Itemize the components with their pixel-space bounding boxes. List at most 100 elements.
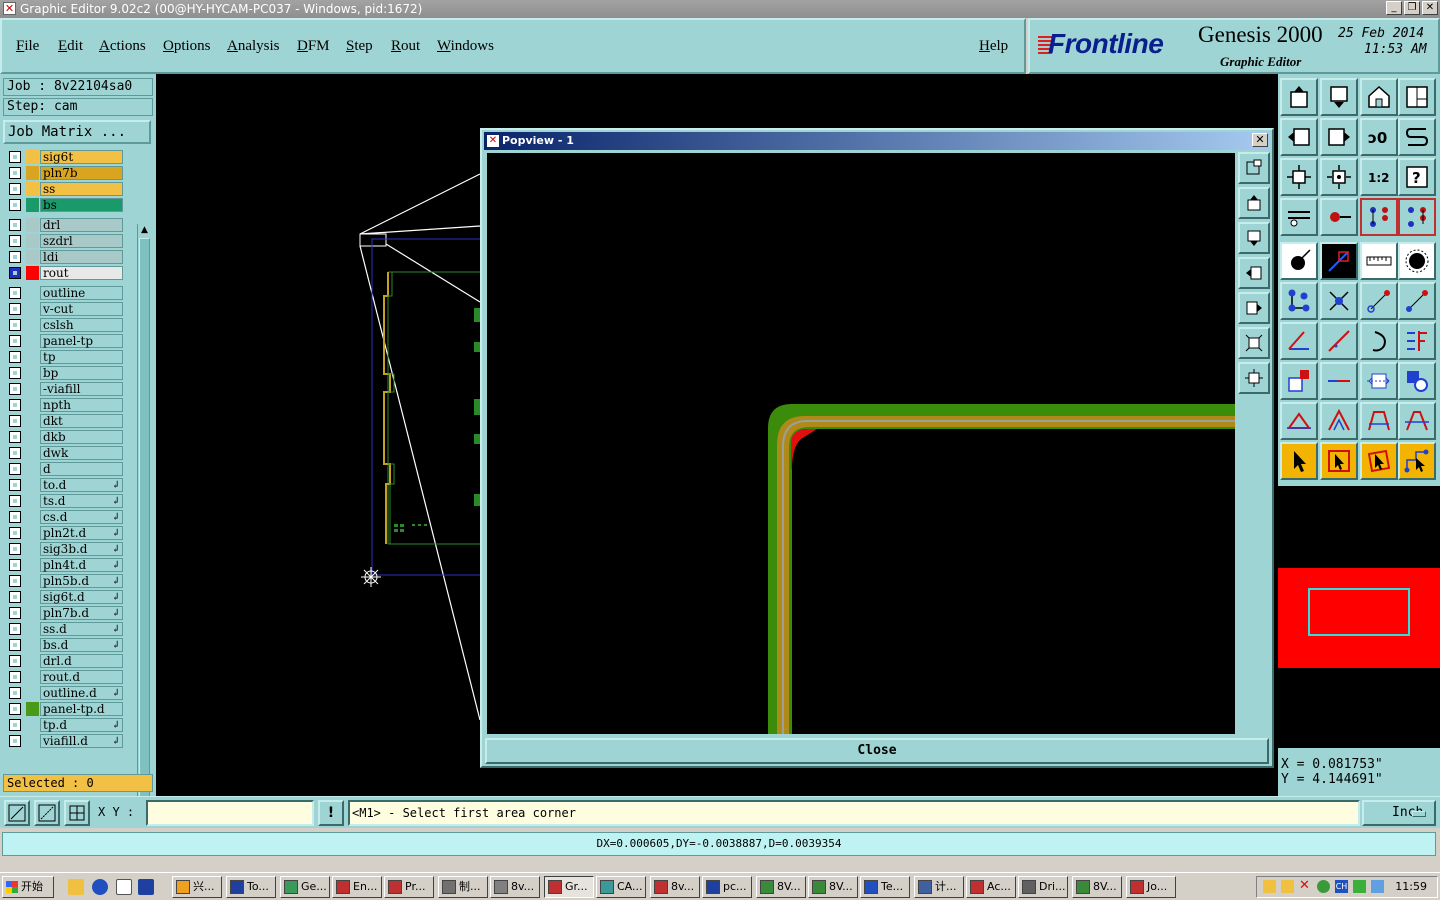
layer-name[interactable]: drl — [40, 218, 123, 232]
layer-checkbox[interactable] — [9, 735, 21, 747]
layer-row[interactable]: panel-tp.d — [4, 702, 126, 716]
layer-row[interactable]: bs.d — [4, 638, 126, 652]
scroll-up-icon[interactable]: ▲ — [138, 224, 151, 236]
pan-right-icon[interactable] — [1320, 118, 1358, 156]
popview-pan-up-icon[interactable] — [1238, 187, 1270, 219]
menu-file[interactable]: File — [16, 38, 39, 55]
layer-name[interactable]: outline.d — [40, 686, 123, 700]
menu-windows[interactable]: Windows — [437, 38, 494, 55]
popview-canvas[interactable] — [487, 153, 1235, 734]
layer-row[interactable]: pln2t.d — [4, 526, 126, 540]
overview-map[interactable] — [1278, 486, 1440, 748]
add-round-pad-icon[interactable] — [1398, 242, 1436, 280]
settings-icon[interactable] — [1280, 198, 1318, 236]
layer-checkbox[interactable] — [9, 655, 21, 667]
layer-name[interactable]: pln4t.d — [40, 558, 123, 572]
layer-checkbox[interactable] — [9, 235, 21, 247]
layer-name[interactable]: ss — [40, 182, 123, 196]
layer-color-swatch[interactable] — [26, 510, 39, 524]
layer-color-swatch[interactable] — [26, 318, 39, 332]
taskbar-item[interactable]: 8v... — [650, 876, 700, 898]
help-question-icon[interactable]: ? — [1398, 158, 1436, 196]
layer-name[interactable]: ldi — [40, 250, 123, 264]
layer-scrollbar[interactable]: ▲ ▼ — [137, 224, 151, 842]
layer-checkbox[interactable] — [9, 447, 21, 459]
popview-zoom-out-icon[interactable] — [1238, 362, 1270, 394]
taskbar-item[interactable]: pc... — [702, 876, 752, 898]
layer-checkbox[interactable] — [9, 463, 21, 475]
layer-checkbox[interactable] — [9, 479, 21, 491]
taskbar-item[interactable]: 8v... — [490, 876, 540, 898]
layer-checkbox[interactable] — [9, 671, 21, 683]
layer-color-swatch[interactable] — [26, 302, 39, 316]
layer-color-swatch[interactable] — [26, 686, 39, 700]
layer-row[interactable]: to.d — [4, 478, 126, 492]
align-icon[interactable] — [1398, 322, 1436, 360]
arch-icon[interactable] — [1360, 402, 1398, 440]
layer-name[interactable]: dwk — [40, 446, 123, 460]
layer-color-swatch[interactable] — [26, 446, 39, 460]
taskbar-item[interactable]: 8V... — [808, 876, 858, 898]
move-copy-icon[interactable] — [1280, 362, 1318, 400]
quicklaunch-save-icon[interactable] — [138, 879, 154, 895]
layer-name[interactable]: sig6t — [40, 150, 123, 164]
popview-close-icon[interactable]: ✕ — [1252, 133, 1268, 147]
layer-name[interactable]: sig6t.d — [40, 590, 123, 604]
pan-down-icon[interactable] — [1320, 78, 1358, 116]
grid-icon[interactable] — [64, 800, 90, 826]
layer-name[interactable]: viafill.d — [40, 734, 123, 748]
layer-name[interactable]: d — [40, 462, 123, 476]
popview-zoom-in-icon[interactable] — [1238, 327, 1270, 359]
layer-color-swatch[interactable] — [26, 638, 39, 652]
popview-pan-down-icon[interactable] — [1238, 222, 1270, 254]
layer-checkbox[interactable] — [9, 559, 21, 571]
layer-name[interactable]: cs.d — [40, 510, 123, 524]
layer-checkbox[interactable] — [9, 219, 21, 231]
layer-name[interactable]: pln7b.d — [40, 606, 123, 620]
layer-color-swatch[interactable] — [26, 382, 39, 396]
measure-icon[interactable] — [34, 800, 60, 826]
layer-row[interactable]: cs.d — [4, 510, 126, 524]
layer-name[interactable]: bs.d — [40, 638, 123, 652]
zoom-fit-icon[interactable] — [1280, 158, 1318, 196]
tray-lang-icon[interactable]: CH — [1335, 880, 1348, 893]
taskbar-item[interactable]: Gr... — [544, 876, 594, 898]
layer-color-swatch[interactable] — [26, 574, 39, 588]
layer-row[interactable]: outline.d — [4, 686, 126, 700]
layer-color-swatch[interactable] — [26, 558, 39, 572]
taskbar-item[interactable]: 8V... — [756, 876, 806, 898]
menu-options[interactable]: Options — [163, 38, 211, 55]
zoom-home-icon[interactable] — [1280, 78, 1318, 116]
layer-color-swatch[interactable] — [26, 334, 39, 348]
taskbar-item[interactable]: 计... — [914, 876, 964, 898]
layer-row[interactable]: drl.d — [4, 654, 126, 668]
tray-security-icon[interactable] — [1353, 880, 1366, 893]
layer-name[interactable]: ss.d — [40, 622, 123, 636]
layer-checkbox[interactable] — [9, 199, 21, 211]
layer-name[interactable]: v-cut — [40, 302, 123, 316]
layer-checkbox[interactable] — [9, 703, 21, 715]
layer-name[interactable]: tp.d — [40, 718, 123, 732]
restore-button[interactable]: ❐ — [1404, 1, 1420, 15]
layer-row[interactable]: dkt — [4, 414, 126, 428]
layer-row[interactable]: pln7b.d — [4, 606, 126, 620]
layer-color-swatch[interactable] — [26, 414, 39, 428]
layer-row[interactable]: rout — [4, 266, 126, 280]
move-point-icon[interactable] — [1360, 282, 1398, 320]
chamfer-icon[interactable] — [1398, 402, 1436, 440]
layer-checkbox[interactable] — [9, 639, 21, 651]
layer-checkbox[interactable] — [9, 591, 21, 603]
layer-row[interactable]: dwk — [4, 446, 126, 460]
layer-row[interactable]: v-cut — [4, 302, 126, 316]
cross-node-icon[interactable] — [1320, 282, 1358, 320]
layer-name[interactable]: tp — [40, 350, 123, 364]
layer-color-swatch[interactable] — [26, 654, 39, 668]
layer-row[interactable]: sig6t.d — [4, 590, 126, 604]
select-box-icon[interactable] — [1320, 442, 1358, 480]
minimize-button[interactable]: _ — [1386, 1, 1402, 15]
layer-checkbox[interactable] — [9, 251, 21, 263]
overview-viewport[interactable] — [1308, 588, 1410, 636]
net-disconnect-icon[interactable] — [1398, 198, 1436, 236]
layer-row[interactable]: tp — [4, 350, 126, 364]
layer-name[interactable]: bs — [40, 198, 123, 212]
